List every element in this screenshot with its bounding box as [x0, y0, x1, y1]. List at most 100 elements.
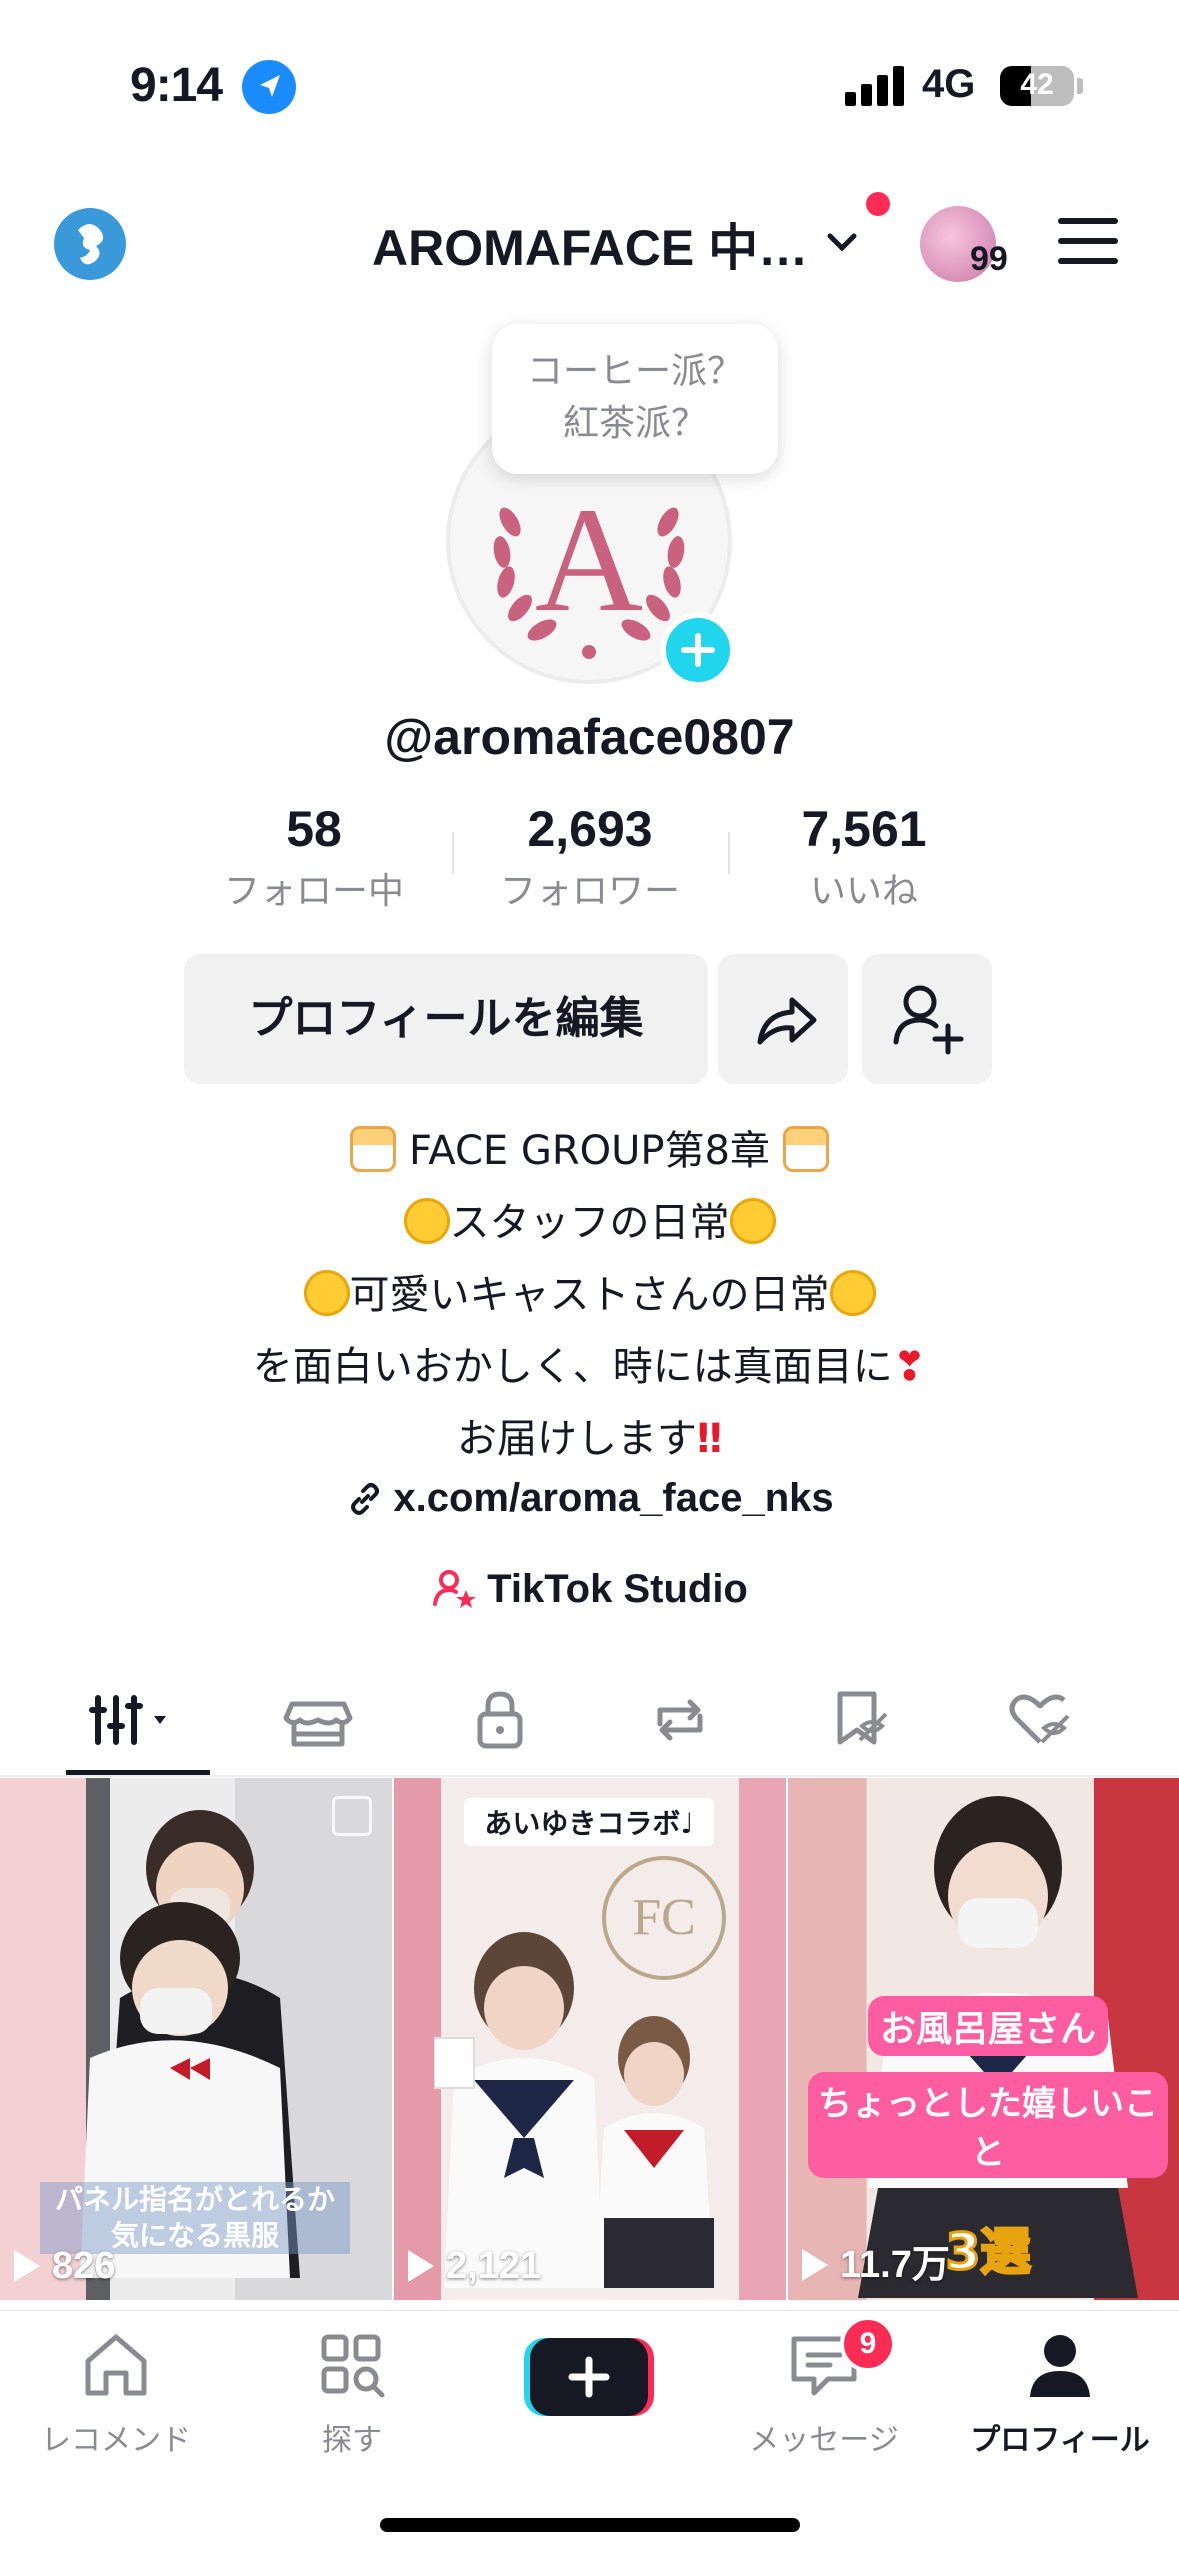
- stat-label: いいね: [809, 871, 918, 912]
- tab-favorites[interactable]: [800, 1680, 920, 1760]
- stat-value: 2,693: [527, 801, 653, 857]
- bio-link[interactable]: x.com/aroma_face_nks: [0, 1476, 1179, 1521]
- halo-face-emoji-icon: [729, 1198, 776, 1244]
- studio-icon: [433, 1570, 477, 1608]
- red-exclamation-icon: ❣: [892, 1344, 927, 1390]
- friends-count: 99: [970, 240, 1008, 278]
- cellular-signal-icon: [845, 64, 905, 106]
- multi-post-icon: [332, 1796, 372, 1836]
- play-icon: [14, 2250, 40, 2282]
- status-time: 9:14: [130, 59, 223, 112]
- svg-text:A: A: [535, 477, 643, 643]
- studio-text: TikTok Studio: [487, 1567, 748, 1611]
- stat-value: 58: [286, 801, 342, 857]
- video-views: 826: [14, 2245, 115, 2288]
- video-views: 2,121: [408, 2245, 541, 2288]
- profile-handle: @aromaface0807: [384, 709, 795, 765]
- bio-text: スタッフの日常: [449, 1200, 730, 1246]
- svg-text:FC: FC: [632, 1889, 696, 1946]
- network-type: 4G: [922, 62, 976, 106]
- nav-label: 探す: [322, 2423, 382, 2458]
- nav-discover[interactable]: 探す: [252, 2327, 452, 2459]
- video-thumbnail[interactable]: お風呂屋さん ちょっとした嬉しいこと 3選 11.7万: [788, 1778, 1179, 2300]
- home-icon: [85, 2334, 147, 2396]
- profile-icon: [1030, 2335, 1090, 2397]
- repost-icon: [657, 1699, 703, 1741]
- stat-divider: [728, 832, 730, 874]
- stat-divider: [452, 832, 454, 874]
- nav-home[interactable]: レコメンド: [16, 2327, 216, 2459]
- video-caption-text: お風呂屋さん: [879, 2009, 1096, 2050]
- bio-line-2: スタッフの日常: [0, 1190, 1179, 1248]
- heart-eyes-emoji-icon: [303, 1270, 350, 1316]
- create-post-button[interactable]: [524, 2334, 654, 2420]
- lock-icon: [477, 1691, 523, 1749]
- edit-profile-label: プロフィールを編集: [248, 993, 644, 1044]
- tab-liked[interactable]: [980, 1680, 1100, 1760]
- message-badge: 9: [840, 2316, 896, 2372]
- bio-text: お届けします: [456, 1416, 697, 1462]
- bio-text: 可愛いキャストさんの日常: [349, 1272, 830, 1318]
- video-people-image: FC: [434, 1856, 726, 2288]
- nav-profile[interactable]: プロフィール: [960, 2327, 1160, 2459]
- video-caption-text: ちょっとした嬉しいこと: [818, 2084, 1158, 2173]
- gift-emoji-icon: [350, 1126, 397, 1172]
- account-switcher-title[interactable]: AROMAFACE 中…: [372, 208, 808, 280]
- tab-videos[interactable]: [78, 1680, 198, 1760]
- view-count: 2,121: [446, 2245, 542, 2287]
- stat-following[interactable]: 58 フォロー中: [194, 800, 434, 914]
- bio-line-1: FACE GROUP第8章: [0, 1118, 1179, 1176]
- heart-hidden-icon: [1009, 1694, 1070, 1744]
- edit-profile-button[interactable]: プロフィールを編集: [184, 954, 708, 1084]
- add-avatar-button[interactable]: [660, 612, 736, 688]
- stat-likes[interactable]: 7,561 いいね: [744, 800, 984, 914]
- halo-face-emoji-icon: [403, 1198, 450, 1244]
- view-count: 826: [52, 2245, 116, 2287]
- link-icon: [351, 1483, 380, 1515]
- battery-level: 42: [1020, 68, 1054, 101]
- video-caption-text: あいゆきコラボ♩: [484, 1807, 694, 1840]
- video-caption: パネル指名がとれるか 気になる黒服: [40, 2182, 350, 2254]
- share-profile-button[interactable]: [718, 954, 848, 1084]
- video-thumbnail[interactable]: パネル指名がとれるか 気になる黒服 826: [0, 1778, 392, 2300]
- video-thumbnail[interactable]: FC あいゆきコラボ♩ 2,121: [394, 1778, 786, 2300]
- location-arrow-icon: [242, 60, 296, 114]
- shop-icon: [283, 1701, 353, 1747]
- video-views: 11.7万: [802, 2233, 950, 2288]
- tab-shop[interactable]: [258, 1680, 378, 1760]
- battery-icon: 42: [1000, 66, 1074, 106]
- tab-private[interactable]: [440, 1680, 560, 1760]
- stat-followers[interactable]: 2,693 フォロワー: [470, 800, 710, 914]
- play-icon: [408, 2250, 434, 2282]
- menu-icon[interactable]: [1058, 218, 1118, 264]
- notification-dot: [866, 192, 890, 216]
- add-friends-button[interactable]: [862, 954, 992, 1084]
- chevron-down-icon[interactable]: [820, 220, 864, 264]
- add-person-icon: [893, 985, 964, 1055]
- plus-icon: [524, 2338, 654, 2416]
- stat-label: フォロー中: [223, 871, 404, 912]
- video-caption: あいゆきコラボ♩: [464, 1798, 714, 1846]
- video-caption-line-3: 3選: [938, 2212, 1038, 2284]
- tab-divider: [0, 1775, 1179, 1777]
- video-caption-text: 3選: [944, 2222, 1032, 2283]
- share-icon: [757, 997, 817, 1045]
- bio-line-5: お届けします‼: [0, 1406, 1179, 1464]
- discover-icon: [321, 2334, 385, 2398]
- tiktok-studio-link[interactable]: TikTok Studio: [0, 1566, 1179, 1612]
- status-tooltip[interactable]: コーヒー派？ 紅茶派？: [492, 324, 778, 474]
- tab-reposts[interactable]: [620, 1680, 740, 1760]
- home-indicator[interactable]: [380, 2518, 800, 2532]
- bio-line-4: を面白いおかしく、時には真面目に❣: [0, 1334, 1179, 1392]
- stat-label: フォロワー: [499, 871, 680, 912]
- view-count: 11.7万: [840, 2244, 950, 2286]
- tooltip-line-1: コーヒー派？: [526, 351, 743, 392]
- app-logo-icon[interactable]: [54, 208, 126, 280]
- tooltip-line-2: 紅茶派？: [562, 403, 707, 444]
- gift-emoji-icon: [782, 1126, 829, 1172]
- nav-label: メッセージ: [749, 2423, 899, 2458]
- battery-tip: [1077, 78, 1083, 94]
- nav-label: レコメンド: [41, 2423, 191, 2458]
- bio-line-3: 可愛いキャストさんの日常: [0, 1262, 1179, 1320]
- play-icon: [802, 2249, 828, 2281]
